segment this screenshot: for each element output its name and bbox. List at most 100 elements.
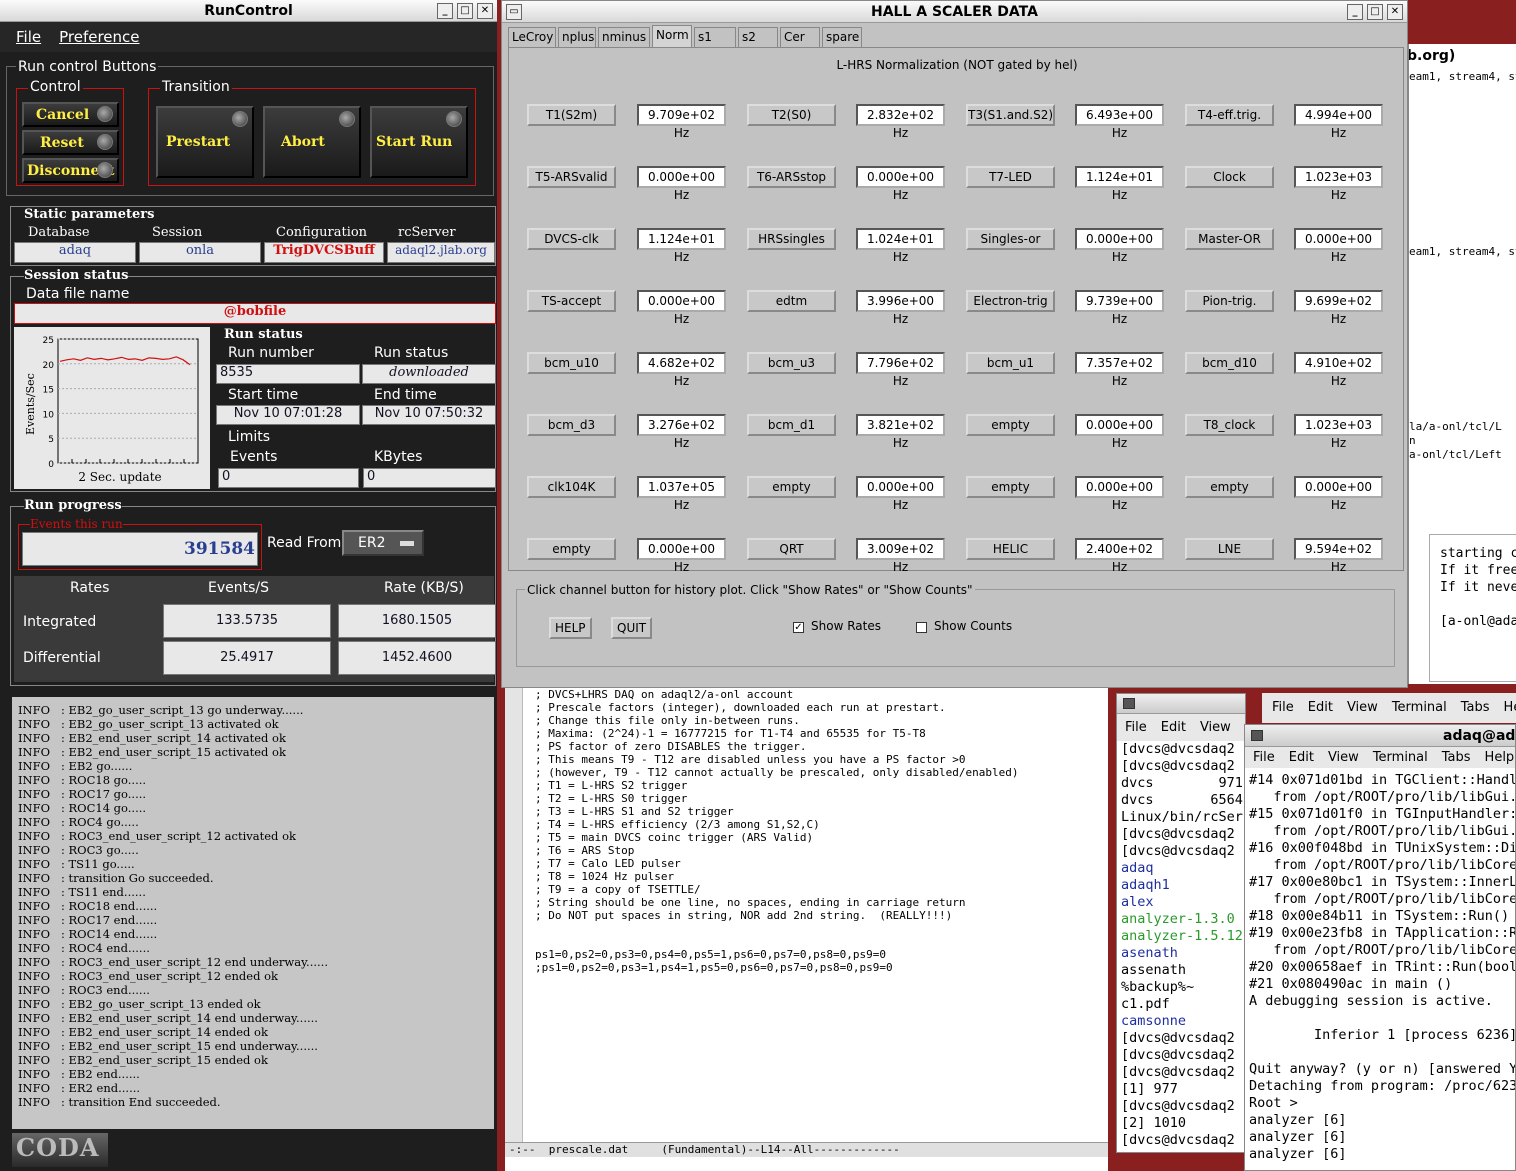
- emacs-line: ; This means T9 - T12 are disabled unles…: [535, 753, 966, 766]
- tab-nplus[interactable]: nplus: [558, 27, 596, 47]
- channel-button[interactable]: T5-ARSvalid: [527, 166, 616, 188]
- channel-button[interactable]: T8_clock: [1185, 414, 1274, 436]
- channel-button[interactable]: clk104K: [527, 476, 616, 498]
- minimize-icon[interactable]: _: [1347, 4, 1363, 20]
- menu-tabs[interactable]: Tabs: [1442, 750, 1471, 765]
- terminal-line: Root >: [1249, 1095, 1298, 1111]
- channel-button[interactable]: bcm_d3: [527, 414, 616, 436]
- close-icon[interactable]: ✕: [1387, 4, 1403, 20]
- channel-button[interactable]: empty: [1185, 476, 1274, 498]
- menu-help[interactable]: Help: [1485, 750, 1515, 765]
- terminal-output[interactable]: #14 0x071d01bd in TGClient::Handle from …: [1245, 768, 1515, 1163]
- data-file-field[interactable]: @bobfile: [14, 303, 496, 324]
- menu-file[interactable]: File: [16, 28, 41, 46]
- bg-window-title: b.org): [1408, 48, 1456, 64]
- reset-button[interactable]: Reset: [22, 130, 119, 155]
- channel-button[interactable]: T3(S1.and.S2): [966, 104, 1055, 126]
- channel-button[interactable]: T7-LED: [966, 166, 1055, 188]
- rates-table: Rates Events/S Rate (KB/S) Integrated 13…: [14, 576, 496, 682]
- channel-button[interactable]: edtm: [747, 290, 836, 312]
- configuration-field[interactable]: TrigDVCSBuff: [264, 242, 384, 263]
- channel-button[interactable]: Master-OR: [1185, 228, 1274, 250]
- channel-button[interactable]: empty: [527, 538, 616, 560]
- rates-header: Rates: [70, 580, 110, 596]
- channel-button[interactable]: TS-accept: [527, 290, 616, 312]
- close-icon[interactable]: ✕: [477, 3, 493, 19]
- menu-preference[interactable]: Preference: [59, 28, 139, 46]
- led-icon: [97, 134, 113, 150]
- channel-rate-value: 7.796e+02 Hz: [856, 352, 945, 388]
- channel-button[interactable]: bcm_d10: [1185, 352, 1274, 374]
- cancel-button[interactable]: Cancel: [22, 102, 119, 127]
- maximize-icon[interactable]: □: [1367, 4, 1383, 20]
- tab-s2[interactable]: s2: [738, 27, 778, 47]
- channel-button[interactable]: T2(S0): [747, 104, 836, 126]
- channel-rate-value: 9.709e+02 Hz: [637, 104, 726, 140]
- help-button[interactable]: HELP: [549, 617, 592, 639]
- menu-file[interactable]: File: [1272, 700, 1294, 715]
- channel-button[interactable]: Pion-trig.: [1185, 290, 1274, 312]
- kbytes-limit-field[interactable]: 0: [363, 468, 496, 488]
- menu-file[interactable]: File: [1253, 750, 1275, 765]
- menu-terminal[interactable]: Terminal: [1373, 750, 1428, 765]
- menu-he[interactable]: He: [1504, 700, 1516, 715]
- channel-button[interactable]: bcm_u10: [527, 352, 616, 374]
- y-tick-label: 5: [48, 435, 54, 445]
- emacs-buffer[interactable]: ; DVCS+LHRS DAQ on adaql2/a-onl account;…: [535, 688, 1105, 974]
- channel-button[interactable]: Electron-trig: [966, 290, 1055, 312]
- differential-rate-field: 1452.4600: [338, 641, 496, 675]
- channel-button[interactable]: Singles-or: [966, 228, 1055, 250]
- channel-rate-value: 0.000e+00 Hz: [1294, 228, 1383, 264]
- channel-button[interactable]: DVCS-clk: [527, 228, 616, 250]
- terminal-output[interactable]: [dvcs@dvcsdaq2 [dvcs@dvcsdaq2 dvcs 971 dvcs…: [1117, 741, 1245, 1149]
- channel-button[interactable]: LNE: [1185, 538, 1274, 560]
- menu-view[interactable]: View: [1347, 700, 1378, 715]
- channel-button[interactable]: HELIC: [966, 538, 1055, 560]
- minimize-icon[interactable]: _: [437, 3, 453, 19]
- terminal-line: Inferior 1 [process 6236]: [1249, 1027, 1516, 1043]
- tab-norm[interactable]: Norm: [652, 25, 692, 47]
- menu-edit[interactable]: Edit: [1289, 750, 1314, 765]
- channel-button[interactable]: HRSsingles: [747, 228, 836, 250]
- show-counts-checkbox[interactable]: [916, 622, 927, 633]
- menu-edit[interactable]: Edit: [1308, 700, 1333, 715]
- channel-button[interactable]: bcm_u1: [966, 352, 1055, 374]
- menu-edit[interactable]: Edit: [1161, 720, 1186, 735]
- channel-button[interactable]: T4-eff.trig.: [1185, 104, 1274, 126]
- channel-button[interactable]: QRT: [747, 538, 836, 560]
- channel-button[interactable]: Clock: [1185, 166, 1274, 188]
- menu-view[interactable]: View: [1200, 720, 1231, 735]
- quit-button[interactable]: QUIT: [611, 617, 653, 639]
- channel-rate-value: 1.124e+01 Hz: [1075, 166, 1164, 202]
- menu-view[interactable]: View: [1328, 750, 1359, 765]
- channel-button[interactable]: bcm_d1: [747, 414, 836, 436]
- channel-button[interactable]: T6-ARSstop: [747, 166, 836, 188]
- tab-spare[interactable]: spare: [822, 27, 862, 47]
- tab-s1[interactable]: s1: [694, 27, 736, 47]
- window-menu-icon[interactable]: ▭: [506, 4, 522, 20]
- channel-button[interactable]: empty: [966, 476, 1055, 498]
- menu-file[interactable]: File: [1125, 720, 1147, 735]
- start-run-button[interactable]: Start Run: [370, 106, 468, 178]
- terminal-line: analyzer-1.3.0: [1121, 911, 1235, 927]
- prestart-button[interactable]: Prestart: [156, 106, 254, 178]
- channel-rate-value: 0.000e+00 Hz: [1075, 228, 1164, 264]
- maximize-icon[interactable]: □: [457, 3, 473, 19]
- menu-tabs[interactable]: Tabs: [1461, 700, 1490, 715]
- log-panel[interactable]: INFO : EB2_go_user_script_13 go underway…: [12, 697, 494, 1129]
- tab-lecroy[interactable]: LeCroy: [508, 27, 556, 47]
- show-rates-checkbox[interactable]: ✓: [793, 622, 804, 633]
- tab-cer[interactable]: Cer: [780, 27, 820, 47]
- emacs-line: ps1=0,ps2=0,ps3=0,ps4=0,ps5=1,ps6=0,ps7=…: [535, 948, 886, 961]
- channel-button[interactable]: empty: [966, 414, 1055, 436]
- read-from-select[interactable]: ER2: [342, 530, 424, 556]
- channel-button[interactable]: T1(S2m): [527, 104, 616, 126]
- abort-button[interactable]: Abort: [263, 106, 361, 178]
- events-limit-field[interactable]: 0: [218, 468, 359, 488]
- channel-button[interactable]: empty: [747, 476, 836, 498]
- disconnect-button[interactable]: Disconnect: [22, 158, 119, 183]
- tab-nminus[interactable]: nminus: [598, 27, 650, 47]
- emacs-line: ; String should be one line, no spaces, …: [535, 896, 966, 909]
- menu-terminal[interactable]: Terminal: [1392, 700, 1447, 715]
- channel-button[interactable]: bcm_u3: [747, 352, 836, 374]
